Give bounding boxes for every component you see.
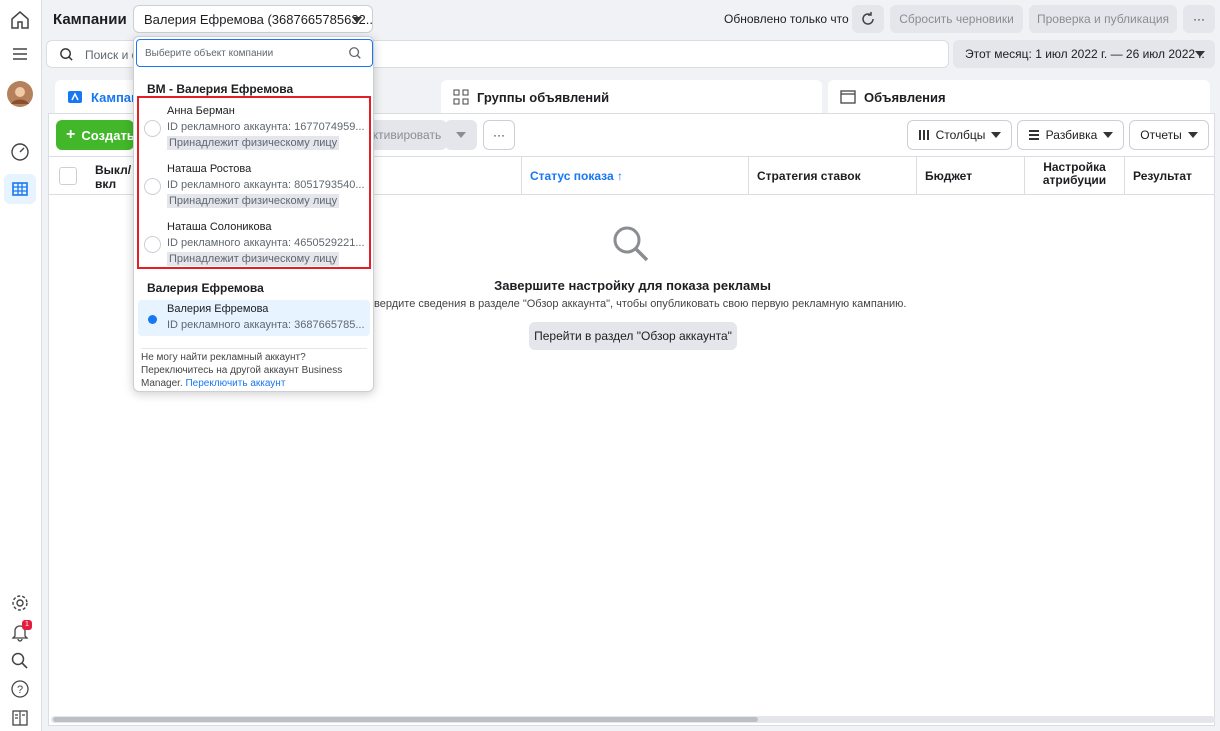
ad-icon: [840, 90, 856, 104]
tab-label: Объявления: [864, 89, 946, 105]
date-range-label: Этот месяц: 1 июл 2022 г. — 26 июл 2022 …: [965, 47, 1205, 61]
chevron-down-icon: [1103, 132, 1114, 138]
date-range-button[interactable]: Этот месяц: 1 июл 2022 г. — 26 июл 2022 …: [953, 40, 1215, 68]
notification-badge: 1: [22, 620, 32, 630]
update-status: Обновлено только что: [724, 12, 849, 26]
header-attribution[interactable]: Настройка атрибуции: [1024, 157, 1124, 195]
avatar[interactable]: [6, 80, 34, 108]
columns-button[interactable]: Столбцы: [907, 120, 1012, 150]
chevron-down-icon: [1195, 51, 1205, 57]
account-id: ID рекламного аккаунта: 3687665785...: [167, 319, 365, 331]
settings-icon[interactable]: [8, 591, 32, 615]
chevron-down-icon: [456, 132, 466, 138]
refresh-icon: [862, 12, 874, 25]
account-name: Валерия Ефремова: [167, 303, 269, 315]
review-publish-button[interactable]: Проверка и публикация: [1029, 5, 1177, 33]
dropdown-search-placeholder: Выберите объект компании: [145, 48, 274, 59]
chevron-down-icon: [1187, 132, 1198, 138]
horizontal-scrollbar[interactable]: [51, 716, 1215, 723]
header-result[interactable]: Результат: [1124, 157, 1216, 195]
header-status[interactable]: Статус показа ↑: [521, 157, 748, 195]
header-toggle[interactable]: Выкл/ вкл: [95, 163, 131, 191]
help-icon[interactable]: ?: [8, 677, 32, 701]
create-label: Создать: [81, 127, 135, 143]
report-icon[interactable]: [8, 706, 32, 730]
tab-ad-sets[interactable]: Группы объявлений: [441, 80, 822, 114]
select-all-checkbox[interactable]: [59, 167, 77, 185]
empty-state-description: твердите сведения в разделе "Обзор аккау…: [369, 298, 907, 310]
chevron-down-icon: [991, 132, 1002, 138]
account-item-selected[interactable]: Валерия Ефремова ID рекламного аккаунта:…: [138, 300, 370, 336]
radio-button-selected[interactable]: [144, 311, 161, 328]
header-strategy[interactable]: Стратегия ставок: [748, 157, 916, 195]
columns-label: Столбцы: [935, 128, 986, 142]
reset-drafts-button[interactable]: Сбросить черновики: [890, 5, 1023, 33]
scrollbar-thumb[interactable]: [53, 717, 758, 722]
left-sidebar: 1 ?: [0, 0, 42, 731]
magnifier-icon: [613, 226, 649, 262]
tab-ads[interactable]: Объявления: [828, 80, 1210, 114]
group-label: BM - Валерия Ефремова: [147, 82, 294, 96]
group-label: Валерия Ефремова: [147, 281, 264, 295]
menu-icon[interactable]: [8, 42, 32, 66]
columns-icon: [918, 130, 929, 140]
home-icon[interactable]: [8, 8, 32, 32]
search-icon[interactable]: [8, 649, 32, 673]
tab-label: Группы объявлений: [477, 89, 610, 105]
dropdown-footer: Не могу найти рекламный аккаунт? Переклю…: [141, 348, 367, 390]
more-actions-button[interactable]: ···: [483, 120, 515, 150]
reports-button[interactable]: Отчеты: [1129, 120, 1209, 150]
switch-account-link[interactable]: Переключить аккаунт: [185, 378, 285, 389]
account-overview-button[interactable]: Перейти в раздел "Обзор аккаунта": [529, 322, 737, 350]
chevron-down-icon: [352, 17, 362, 23]
activate-button[interactable]: ктивировать: [367, 120, 447, 150]
search-icon: [349, 47, 361, 59]
svg-text:?: ?: [17, 684, 23, 696]
dashboard-icon[interactable]: [8, 140, 32, 164]
header-budget[interactable]: Бюджет: [916, 157, 1024, 195]
account-selector[interactable]: Валерия Ефремова (3687665785632...: [133, 5, 373, 33]
top-bar: Кампании Валерия Ефремова (3687665785632…: [43, 0, 1220, 40]
more-options-button[interactable]: ···: [1183, 5, 1215, 33]
grid-icon: [453, 89, 469, 105]
ads-manager-icon[interactable]: [4, 174, 36, 204]
highlight-box: [137, 96, 371, 269]
plus-icon: +: [66, 126, 76, 143]
breakdown-icon: [1028, 130, 1039, 140]
refresh-button[interactable]: [852, 5, 884, 33]
breakdown-button[interactable]: Разбивка: [1017, 120, 1124, 150]
activate-dropdown-button[interactable]: [445, 120, 477, 150]
breakdown-label: Разбивка: [1045, 128, 1098, 142]
page-title: Кампании: [53, 11, 127, 28]
reports-label: Отчеты: [1140, 128, 1182, 142]
search-icon: [60, 48, 73, 61]
campaign-icon: [68, 91, 82, 103]
header-status-label: Статус показа: [530, 169, 614, 183]
account-selector-label: Валерия Ефремова (3687665785632...: [144, 12, 373, 27]
create-button[interactable]: + Создать: [56, 120, 135, 150]
arrow-up-icon: ↑: [617, 169, 624, 183]
dropdown-search-input[interactable]: Выберите объект компании: [136, 39, 373, 67]
